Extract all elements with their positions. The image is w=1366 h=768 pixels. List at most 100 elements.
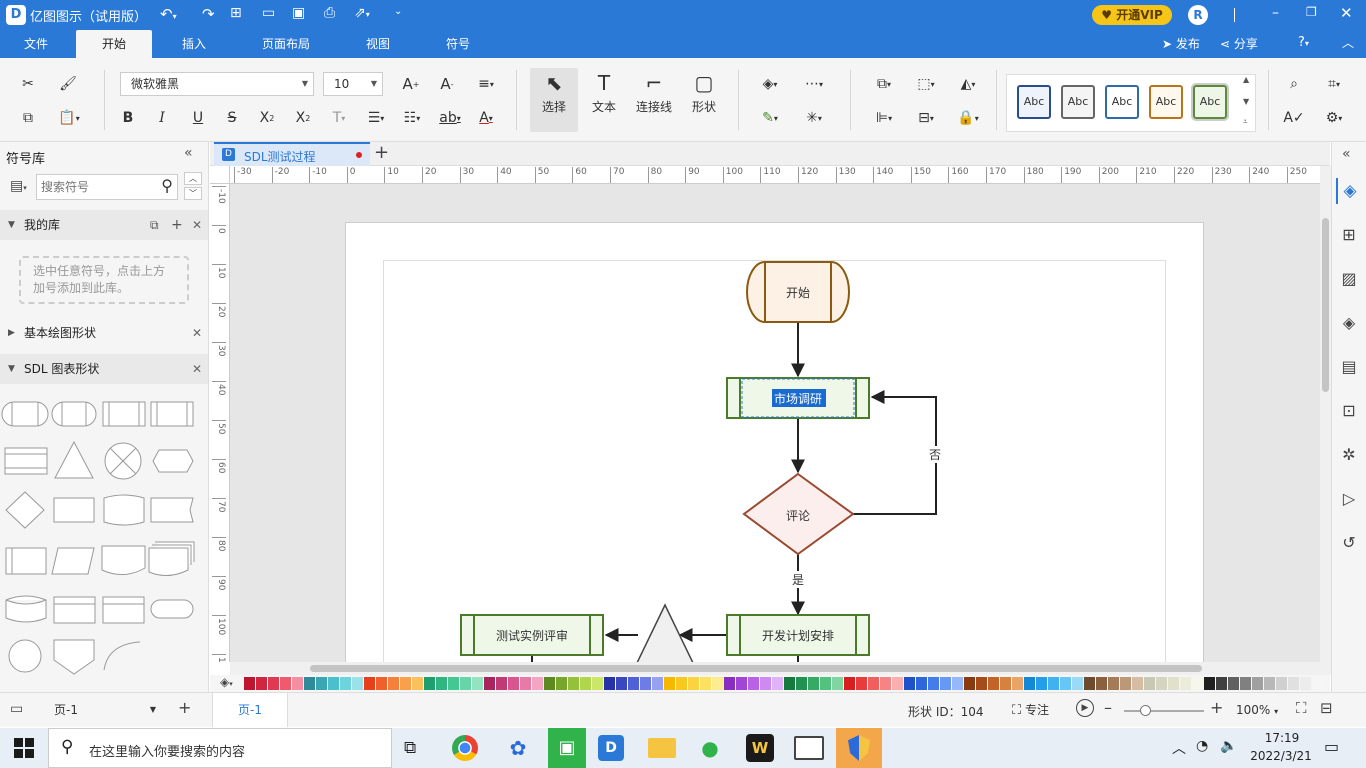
tray-date[interactable]: 2022/3/21 bbox=[1246, 749, 1316, 763]
color-swatch[interactable] bbox=[1120, 677, 1131, 690]
color-swatch[interactable] bbox=[1168, 677, 1179, 690]
open-folder-icon[interactable]: ▭ bbox=[262, 5, 275, 21]
superscript-icon[interactable]: X2 bbox=[254, 106, 280, 130]
maximize-button[interactable]: ❐ bbox=[1306, 5, 1317, 19]
color-swatch[interactable] bbox=[364, 677, 375, 690]
bullet-list-icon[interactable]: ☷ ▾ bbox=[396, 106, 428, 130]
horizontal-scroll-thumb[interactable] bbox=[310, 665, 1202, 672]
windows-start-icon[interactable] bbox=[14, 738, 34, 758]
color-swatch[interactable] bbox=[712, 677, 723, 690]
search-icon[interactable]: ⚲ bbox=[161, 176, 173, 195]
shape-tool-button[interactable]: ▢ 形状 bbox=[680, 68, 728, 132]
customize-qat-icon[interactable]: ⌄ bbox=[394, 6, 402, 17]
new-file-icon[interactable]: ⊞ bbox=[230, 5, 242, 21]
fullscreen-icon[interactable]: ⛶ bbox=[1296, 699, 1307, 717]
color-swatch[interactable] bbox=[868, 677, 879, 690]
color-swatch[interactable] bbox=[688, 677, 699, 690]
wechat-work-icon[interactable]: ▣ bbox=[548, 728, 586, 768]
share-button[interactable]: ⋖ 分享 bbox=[1220, 35, 1258, 52]
color-swatch[interactable] bbox=[652, 677, 663, 690]
color-swatch[interactable] bbox=[604, 677, 615, 690]
shape-triangle[interactable] bbox=[54, 440, 94, 479]
color-swatch[interactable] bbox=[400, 677, 411, 690]
color-swatch[interactable] bbox=[616, 677, 627, 690]
connector-tool-button[interactable]: ⌐ 连接线 bbox=[630, 68, 678, 132]
color-swatch[interactable] bbox=[388, 677, 399, 690]
style-sample-4[interactable]: Abc bbox=[1149, 85, 1183, 119]
distribute-icon[interactable]: ⊟ ▾ bbox=[910, 106, 942, 130]
remote-desktop-icon[interactable] bbox=[794, 736, 824, 760]
color-swatch[interactable] bbox=[340, 677, 351, 690]
notification-icon[interactable]: ▭ bbox=[1324, 737, 1339, 756]
tab-home[interactable]: 开始 bbox=[76, 30, 152, 58]
color-swatch[interactable] bbox=[1060, 677, 1071, 690]
file-explorer-icon[interactable] bbox=[648, 738, 676, 758]
style-sample-2[interactable]: Abc bbox=[1061, 85, 1095, 119]
fill-bucket-icon[interactable]: ◈▾ bbox=[220, 675, 233, 689]
color-swatch[interactable] bbox=[412, 677, 423, 690]
shape-manual-rect[interactable] bbox=[150, 497, 194, 523]
shape-card[interactable] bbox=[5, 547, 47, 575]
style-sample-5[interactable]: Abc bbox=[1191, 83, 1229, 121]
lock-icon[interactable]: 🔒 ▾ bbox=[952, 106, 984, 130]
close-section-icon[interactable]: ✕ bbox=[192, 210, 202, 240]
copy-icon[interactable]: ⧉ bbox=[16, 106, 40, 130]
shape-rect-flag[interactable] bbox=[53, 497, 95, 523]
shape-process-bars[interactable] bbox=[102, 401, 146, 427]
crop-icon[interactable]: ⌗ ▾ bbox=[1318, 72, 1350, 96]
task-view-icon[interactable]: ⧉ bbox=[404, 738, 416, 758]
color-swatch[interactable] bbox=[292, 677, 303, 690]
color-swatch[interactable] bbox=[1072, 677, 1083, 690]
shape-hexagon[interactable] bbox=[152, 449, 194, 473]
wps-icon[interactable]: W bbox=[746, 734, 774, 762]
fill-color-icon[interactable]: ◈ ▾ bbox=[754, 72, 786, 96]
sdl-shapes-header[interactable]: ▼ SDL 图表形状 ✕ bbox=[0, 354, 208, 384]
strikethrough-icon[interactable]: S bbox=[220, 106, 244, 130]
line-color-icon[interactable]: ✎ ▾ bbox=[754, 106, 786, 130]
color-swatch[interactable] bbox=[1024, 677, 1035, 690]
shape-stadium[interactable] bbox=[51, 401, 97, 427]
color-swatch[interactable] bbox=[1048, 677, 1059, 690]
color-swatch[interactable] bbox=[484, 677, 495, 690]
color-swatch[interactable] bbox=[1216, 677, 1227, 690]
underline-icon[interactable]: U bbox=[186, 106, 210, 130]
help-icon[interactable]: ?▾ bbox=[1298, 35, 1309, 50]
vertical-scroll-thumb[interactable] bbox=[1322, 218, 1329, 392]
shape-rounded-rect[interactable] bbox=[150, 599, 194, 619]
bold-icon[interactable]: B bbox=[116, 106, 140, 130]
color-swatch[interactable] bbox=[1180, 677, 1191, 690]
color-swatch[interactable] bbox=[472, 677, 483, 690]
color-swatch[interactable] bbox=[880, 677, 891, 690]
gallery-expand-icon[interactable]: ⩡ bbox=[1243, 117, 1248, 127]
shape-subprocess[interactable] bbox=[150, 401, 194, 427]
vip-button[interactable]: ♥ 开通VIP bbox=[1092, 5, 1172, 25]
redo-icon[interactable]: ↷ bbox=[202, 5, 215, 23]
my-library-header[interactable]: ▼ 我的库 ⧉ + ✕ bbox=[0, 210, 208, 240]
publish-button[interactable]: ➤ 发布 bbox=[1162, 35, 1200, 52]
shape-arc[interactable] bbox=[103, 641, 141, 671]
focus-mode-button[interactable]: ⛶ 专注 bbox=[1012, 701, 1049, 718]
color-swatch[interactable] bbox=[1192, 677, 1203, 690]
color-swatch[interactable] bbox=[508, 677, 519, 690]
color-swatch[interactable] bbox=[856, 677, 867, 690]
tab-symbol[interactable]: 符号 bbox=[432, 30, 484, 58]
minimize-button[interactable]: – bbox=[1272, 5, 1279, 21]
color-swatch[interactable] bbox=[916, 677, 927, 690]
color-swatch[interactable] bbox=[304, 677, 315, 690]
horizontal-scrollbar[interactable] bbox=[230, 662, 1320, 675]
symbol-search-box[interactable]: ⚲ bbox=[36, 174, 178, 200]
undo-icon[interactable]: ↶▾ bbox=[160, 5, 177, 23]
app-icon-blue[interactable]: ✿ bbox=[502, 732, 534, 764]
color-swatch[interactable] bbox=[1228, 677, 1239, 690]
color-swatch[interactable] bbox=[988, 677, 999, 690]
color-swatch[interactable] bbox=[1300, 677, 1311, 690]
library-menu-icon[interactable]: ▤▾ bbox=[10, 178, 27, 194]
shape-wave-rect[interactable] bbox=[103, 494, 145, 526]
effects-icon[interactable]: ✳ ▾ bbox=[796, 106, 832, 130]
search-scroll-up-icon[interactable]: ︿ bbox=[184, 172, 202, 185]
color-swatch[interactable] bbox=[940, 677, 951, 690]
tray-expand-icon[interactable]: ︿ bbox=[1172, 738, 1186, 758]
color-swatch[interactable] bbox=[1156, 677, 1167, 690]
color-swatch[interactable] bbox=[376, 677, 387, 690]
layers-panel-icon[interactable]: ◈ bbox=[1336, 310, 1362, 336]
